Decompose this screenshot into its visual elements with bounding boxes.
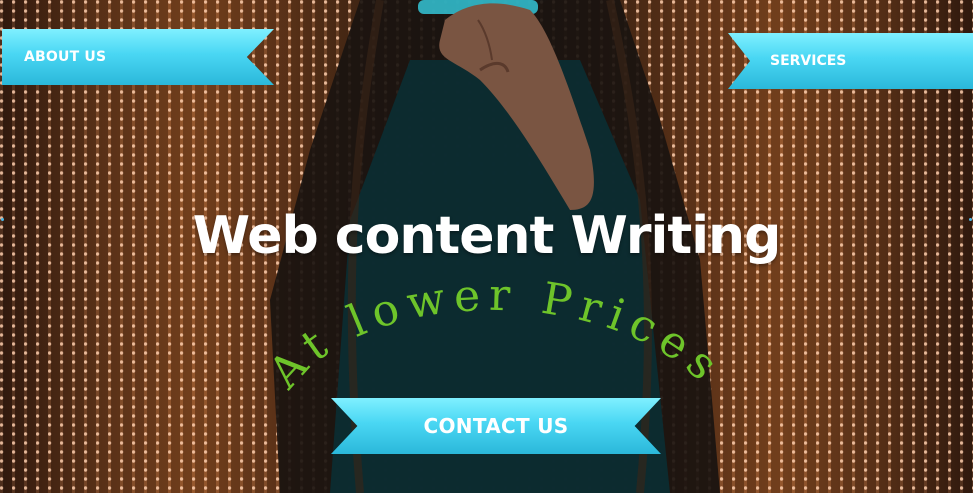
hero-banner: ABOUT US SERVICES Web content Writing At…	[0, 0, 973, 493]
page-title: Web content Writing	[192, 206, 782, 266]
edge-marker	[1, 218, 4, 221]
services-label: SERVICES	[770, 53, 847, 69]
svg-text:At lower Prices: At lower Prices	[259, 270, 734, 399]
services-button[interactable]: SERVICES	[728, 33, 973, 89]
subheadline-text: At lower Prices	[259, 270, 726, 399]
subheadline-arc: At lower Prices	[259, 270, 734, 399]
about-us-button[interactable]: ABOUT US	[2, 29, 274, 85]
contact-us-button[interactable]: CONTACT US	[331, 398, 661, 454]
edge-marker	[969, 218, 972, 221]
about-us-label: ABOUT US	[24, 49, 107, 65]
contact-us-label: CONTACT US	[423, 414, 569, 438]
